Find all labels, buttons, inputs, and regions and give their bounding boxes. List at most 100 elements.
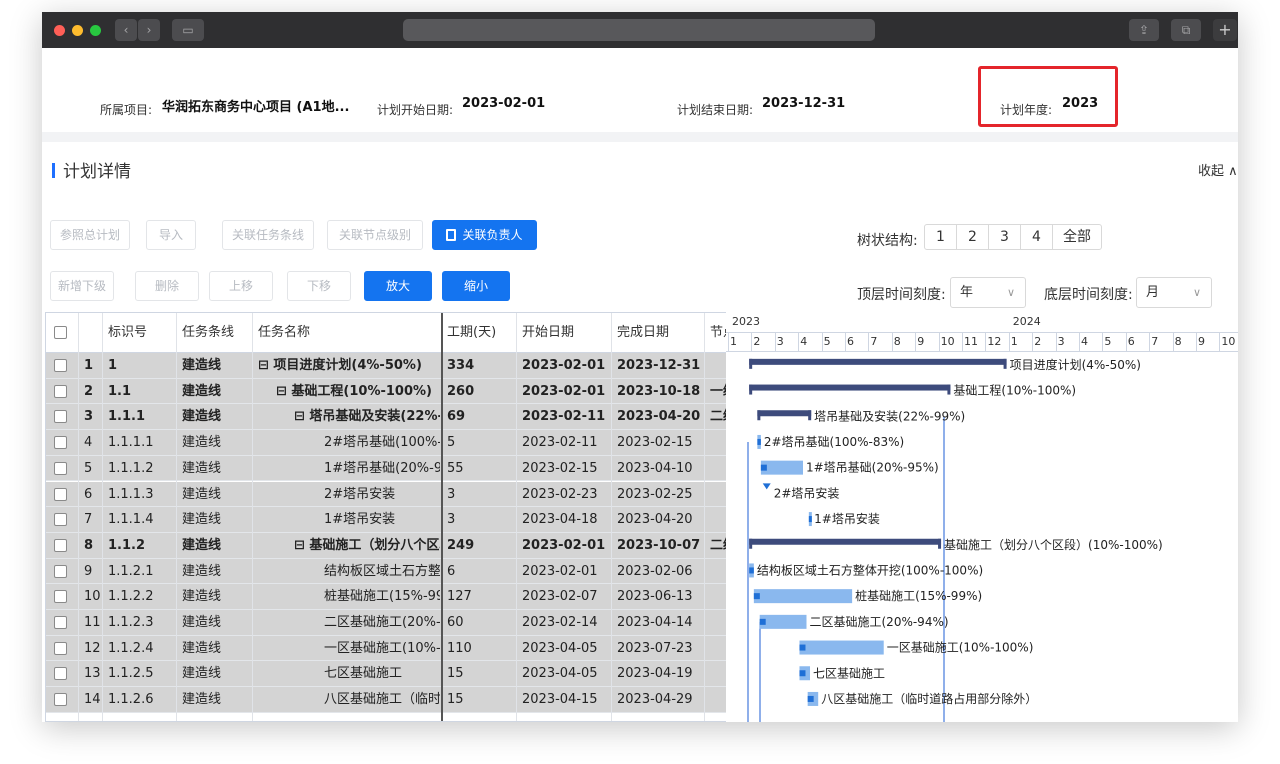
row-task-name[interactable]: ⊟ 塔吊基础及安装(22%-99%) — [258, 404, 440, 429]
table-row[interactable]: 8 1.1.2 建造线 ⊟ 基础施工（划分八个区段） 249 2023-02-01 2023… — [46, 532, 728, 559]
header-line[interactable]: 任务条线 — [182, 313, 234, 352]
forward-icon[interactable]: › — [138, 19, 160, 41]
row-task-name[interactable]: 2#塔吊安装 — [258, 482, 440, 507]
row-checkbox[interactable] — [54, 487, 67, 501]
gantt-task-bar[interactable] — [760, 460, 803, 475]
row-task-name[interactable]: 一区基础施工(10%-100%) — [258, 636, 440, 661]
row-task-name[interactable]: 1#塔吊安装 — [258, 507, 440, 532]
address-bar[interactable] — [403, 19, 875, 41]
tabs-overview-icon[interactable]: ⧉ — [1171, 19, 1201, 41]
back-icon[interactable]: ‹ — [115, 19, 137, 41]
bottom-scale-select[interactable]: 月 ∨ — [1136, 277, 1212, 308]
table-row[interactable]: 4 1.1.1.1 建造线 2#塔吊基础(100%-83%) 5 2023-02-11 20… — [46, 430, 728, 456]
tree-level-3[interactable]: 3 — [989, 225, 1021, 249]
gantt-milestone[interactable] — [762, 483, 771, 490]
minimize-window-icon[interactable] — [72, 25, 83, 36]
tree-level-2[interactable]: 2 — [957, 225, 989, 249]
row-checkbox[interactable] — [54, 436, 67, 450]
gantt-month-label: 5 — [1104, 335, 1112, 348]
move-down-button[interactable]: 下移 — [287, 271, 351, 301]
gantt-summary-bar[interactable] — [749, 358, 1007, 365]
gantt-task-bar[interactable] — [799, 640, 884, 655]
table-row[interactable]: 9 1.1.2.1 建造线 结构板区域土石方整体开挖(100%-100%) 6 2023-… — [46, 558, 728, 585]
gantt-progress-bar — [799, 644, 806, 651]
gantt-month-label: 7 — [1151, 335, 1159, 348]
row-checkbox[interactable] — [54, 359, 67, 372]
table-row[interactable]: 13 1.1.2.5 建造线 七区基础施工 15 2023-04-05 2023-04-19 — [46, 661, 728, 688]
tree-level-all[interactable]: 全部 — [1053, 225, 1101, 249]
row-checkbox[interactable] — [54, 513, 67, 527]
gantt-summary-bar[interactable] — [757, 410, 812, 417]
table-row[interactable]: 7 1.1.1.4 建造线 1#塔吊安装 3 2023-04-18 2023-04-20 — [46, 507, 728, 533]
row-checkbox[interactable] — [54, 564, 67, 578]
table-row[interactable]: 12 1.1.2.4 建造线 一区基础施工(10%-100%) 110 2023-04-0… — [46, 635, 728, 662]
table-row[interactable]: 5 1.1.1.2 建造线 1#塔吊基础(20%-95%) 55 2023-02-15 20… — [46, 455, 728, 482]
row-task-name[interactable]: 2#塔吊基础(100%-83%) — [258, 430, 440, 455]
link-task-line-button[interactable]: 关联任务条线 — [222, 220, 314, 250]
row-checkbox[interactable] — [54, 616, 67, 629]
row-task-name[interactable]: 二区基础施工(20%-94%) — [258, 610, 440, 635]
zoom-in-button[interactable]: 放大 — [364, 271, 432, 301]
header-start[interactable]: 开始日期 — [522, 313, 574, 352]
table-row[interactable]: 3 1.1.1 建造线 ⊟ 塔吊基础及安装(22%-99%) 69 2023-02-11 2… — [46, 404, 728, 431]
gantt-chart: 20232024123456789101112123456789101 项目进度… — [726, 312, 1238, 722]
delete-button[interactable]: 删除 — [135, 271, 199, 301]
header-duration[interactable]: 工期(天) — [447, 313, 496, 352]
row-task-name[interactable]: ⊟ 基础施工（划分八个区段） — [258, 533, 440, 558]
row-task-name[interactable]: 桩基础施工(15%-99%) — [258, 584, 440, 609]
row-checkbox[interactable] — [54, 410, 67, 424]
ref-plan-button[interactable]: 参照总计划 — [50, 220, 130, 250]
row-checkbox[interactable] — [54, 461, 67, 475]
tree-level-4[interactable]: 4 — [1021, 225, 1053, 249]
row-number: 14 — [84, 692, 101, 708]
row-number: 11 — [84, 615, 101, 630]
gantt-month-label: 12 — [987, 335, 1002, 348]
close-window-icon[interactable] — [54, 25, 65, 36]
import-button[interactable]: 导入 — [146, 220, 196, 250]
row-task-name[interactable]: ⊟ 项目进度计划(4%-50%) — [258, 353, 440, 378]
row-task-name[interactable]: 八区基础施工（临时道路占用部分除外） — [258, 687, 440, 712]
gantt-year-label: 2024 — [1012, 315, 1041, 328]
row-task-name[interactable]: ⊟ 基础工程(10%-100%) — [258, 379, 440, 404]
table-row[interactable]: 1 1 建造线 ⊟ 项目进度计划(4%-50%) 334 2023-02-01 2023-1… — [46, 353, 728, 379]
new-tab-icon[interactable]: + — [1213, 19, 1237, 41]
row-checkbox[interactable] — [54, 693, 67, 707]
row-checkbox[interactable] — [54, 384, 67, 398]
move-up-button[interactable]: 上移 — [209, 271, 273, 301]
row-checkbox[interactable] — [54, 590, 67, 604]
gantt-summary-cap — [1003, 358, 1007, 369]
table-row[interactable]: 14 1.1.2.6 建造线 八区基础施工（临时道路占用部分除外） 15 2023-04-… — [46, 687, 728, 713]
row-line: 建造线 — [182, 666, 222, 682]
row-code: 1.1.2 — [108, 537, 146, 553]
row-start: 2023-02-23 — [522, 486, 598, 502]
gantt-progress-bar — [749, 567, 754, 574]
add-child-button[interactable]: 新增下级 — [50, 271, 114, 301]
row-checkbox[interactable] — [54, 641, 67, 655]
maximize-window-icon[interactable] — [90, 25, 101, 36]
zoom-out-button[interactable]: 缩小 — [442, 271, 510, 301]
header-end[interactable]: 完成日期 — [617, 313, 669, 352]
gantt-task-bar[interactable] — [759, 614, 807, 629]
link-node-level-button[interactable]: 关联节点级别 — [327, 220, 423, 250]
gantt-summary-bar[interactable] — [749, 384, 951, 391]
link-owner-button[interactable]: 关联负责人 — [432, 220, 537, 250]
row-task-name[interactable]: 结构板区域土石方整体开挖(100%-100%) — [258, 559, 440, 584]
table-row[interactable]: 6 1.1.1.3 建造线 2#塔吊安装 3 2023-02-23 2023-02-25 — [46, 481, 728, 508]
table-row[interactable]: 10 1.1.2.2 建造线 桩基础施工(15%-99%) 127 2023-02-07 2… — [46, 584, 728, 610]
header-name[interactable]: 任务名称 — [258, 313, 310, 352]
gantt-task-bar[interactable] — [753, 589, 853, 604]
select-all-checkbox[interactable] — [54, 326, 67, 339]
row-checkbox[interactable] — [54, 538, 67, 552]
row-task-name[interactable]: 七区基础施工 — [258, 661, 440, 686]
tree-level-1[interactable]: 1 — [925, 225, 957, 249]
top-scale-select[interactable]: 年 ∨ — [950, 277, 1026, 308]
header-code[interactable]: 标识号 — [108, 313, 147, 352]
share-icon[interactable]: ⇪ — [1129, 19, 1159, 41]
row-checkbox[interactable] — [54, 667, 67, 681]
table-row[interactable]: 2 1.1 建造线 ⊟ 基础工程(10%-100%) 260 2023-02-01 2023… — [46, 378, 728, 405]
row-task-name[interactable]: 1#塔吊基础(20%-95%) — [258, 456, 440, 481]
gantt-summary-bar[interactable] — [749, 538, 942, 545]
collapse-toggle[interactable]: 收起 ∧ — [1198, 160, 1238, 179]
table-row[interactable]: 11 1.1.2.3 建造线 二区基础施工(20%-94%) 60 2023-02-14 2… — [46, 610, 728, 636]
sidebar-toggle-icon[interactable]: ▭ — [172, 19, 204, 41]
